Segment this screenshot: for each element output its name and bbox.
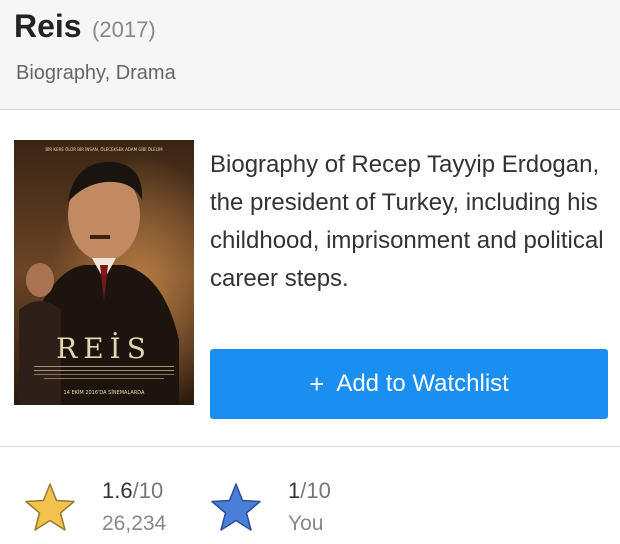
user-score: 1 (288, 478, 301, 503)
plot-summary: Biography of Recep Tayyip Erdogan, the p… (210, 151, 604, 292)
poster-title: REİS (56, 332, 152, 365)
divider (0, 446, 620, 447)
imdb-score-denominator: /10 (132, 478, 164, 503)
imdb-score: 1.6 (102, 478, 133, 503)
movie-poster[interactable]: BİR KERE ÖLÜR BİR İNSAN, ÖLECEKSEK ADAM … (14, 140, 194, 405)
plus-icon: + (309, 368, 325, 399)
genre-list: Biography, Drama (16, 62, 176, 84)
movie-title: Reis (14, 8, 82, 44)
rating-count: 26,234 (102, 512, 167, 535)
star-icon[interactable] (208, 480, 264, 536)
star-icon (25, 483, 75, 531)
poster-tagline: BİR KERE ÖLÜR BİR İNSAN, ÖLECEKSEK ADAM … (45, 147, 163, 152)
imdb-score-line: 1.6/10 (102, 476, 166, 506)
title-row: Reis (2017) (14, 8, 156, 45)
imdb-rating: 1.6/10 26,234 (22, 476, 166, 536)
user-score-line: 1/10 (288, 476, 331, 506)
user-score-denominator: /10 (300, 478, 331, 503)
watchlist-label: Add to Watchlist (336, 370, 509, 397)
add-to-watchlist-button[interactable]: + Add to Watchlist (210, 349, 608, 419)
user-rating-label: You (288, 512, 324, 535)
poster-release: 14 EKİM 2016'DA SİNEMALARDA (64, 389, 145, 396)
user-rating[interactable]: 1/10 You (208, 476, 331, 536)
title-header: Reis (2017) Biography, Drama (0, 0, 620, 110)
movie-year: (2017) (92, 17, 156, 42)
